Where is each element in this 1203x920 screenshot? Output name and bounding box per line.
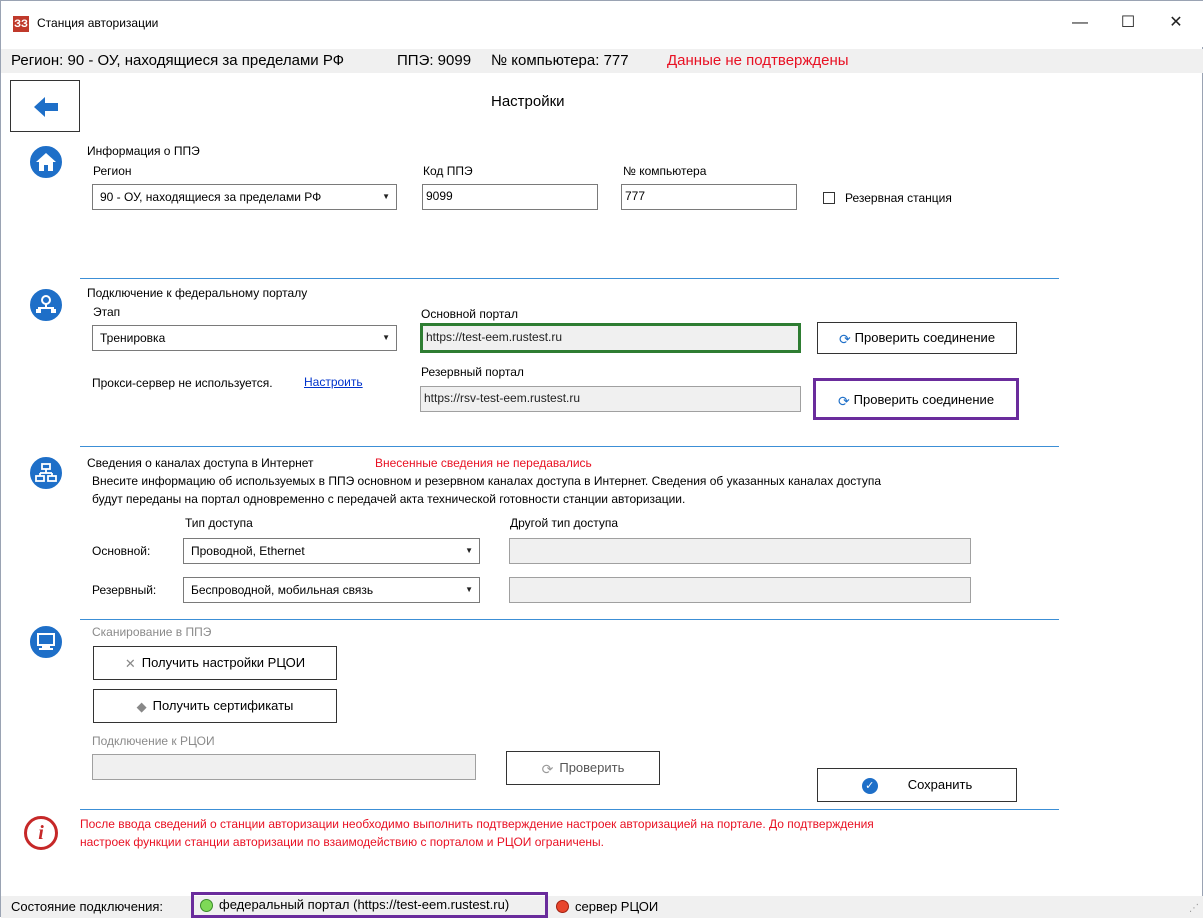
notice-line2: настроек функции станции авторизации по …	[80, 835, 604, 849]
ppe-code-input[interactable]: 9099	[422, 184, 598, 210]
proxy-settings-link[interactable]: Настроить	[304, 375, 363, 389]
other-access-type-label: Другой тип доступа	[510, 516, 618, 530]
save-label: Сохранить	[907, 777, 973, 792]
app-window: ЗЗ Станция авторизации — ☐ ✕ Регион: 90 …	[0, 0, 1203, 918]
reserve-channel-select[interactable]: Беспроводной, мобильная связь ▼	[183, 577, 480, 603]
get-certificates-label: Получить сертификаты	[152, 698, 294, 713]
rcoi-status-indicator-icon	[556, 900, 569, 913]
reserve-portal-input[interactable]: https://rsv-test-eem.rustest.ru	[420, 386, 801, 412]
ppe-code-label: Код ППЭ	[423, 164, 473, 178]
chevron-down-icon: ▼	[382, 192, 390, 201]
main-channel-value: Проводной, Ethernet	[191, 544, 305, 558]
main-channel-select[interactable]: Проводной, Ethernet ▼	[183, 538, 480, 564]
main-portal-label: Основной портал	[421, 307, 518, 321]
check-connection-label: Проверить соединение	[854, 330, 996, 345]
chevron-down-icon: ▼	[465, 546, 473, 555]
computer-number-label: № компьютера	[623, 164, 707, 178]
check-rcoi-button[interactable]: ⟳ Проверить	[506, 751, 660, 785]
rcoi-connection-input[interactable]	[92, 754, 476, 780]
refresh-icon: ⟳	[837, 392, 850, 409]
main-other-type-input[interactable]	[509, 538, 971, 564]
window-title: Станция авторизации	[37, 16, 159, 30]
status-bar: Состояние подключения: федеральный порта…	[1, 892, 1203, 918]
info-bar: Регион: 90 - ОУ, находящиеся за пределам…	[1, 49, 1203, 73]
reserve-station-label: Резервная станция	[845, 191, 952, 205]
stage-select[interactable]: Тренировка ▼	[92, 325, 397, 351]
scanner-icon	[30, 626, 62, 658]
channels-warning: Внесенные сведения не передавались	[375, 456, 592, 470]
divider	[80, 809, 1059, 810]
portal-heading: Подключение к федеральному порталу	[87, 286, 308, 300]
region-info: Регион: 90 - ОУ, находящиеся за пределам…	[11, 52, 345, 69]
reserve-other-type-input[interactable]	[509, 577, 971, 603]
back-button[interactable]	[10, 80, 80, 132]
rcoi-connection-label: Подключение к РЦОИ	[92, 734, 215, 748]
page-title: Настройки	[491, 93, 565, 110]
ppe-info-heading: Информация о ППЭ	[87, 144, 200, 158]
access-type-label: Тип доступа	[185, 516, 253, 530]
channels-description-line2: будут переданы на портал одновременно с …	[92, 492, 686, 506]
region-select[interactable]: 90 - ОУ, находящиеся за пределами РФ ▼	[92, 184, 397, 210]
region-label: Регион	[93, 164, 132, 178]
get-rcoi-settings-button[interactable]: ✕ Получить настройки РЦОИ	[93, 646, 337, 680]
chevron-down-icon: ▼	[465, 585, 473, 594]
maximize-button[interactable]: ☐	[1105, 7, 1151, 39]
stage-label: Этап	[93, 305, 121, 319]
proxy-status-text: Прокси-сервер не используется.	[92, 376, 273, 390]
network-icon	[30, 289, 62, 321]
info-icon: i	[24, 816, 58, 850]
check-circle-icon: ✓	[861, 777, 878, 794]
check-rcoi-label: Проверить	[559, 760, 625, 775]
channels-description-line1: Внесите информацию об используемых в ППЭ…	[92, 474, 882, 488]
refresh-icon: ⟳	[541, 760, 554, 777]
main-portal-input[interactable]: https://test-eem.rustest.ru	[420, 323, 801, 353]
notice-line1: После ввода сведений о станции авторизац…	[80, 817, 874, 831]
sitemap-icon	[30, 457, 62, 489]
portal-status-item: федеральный портал (https://test-eem.rus…	[191, 892, 548, 918]
rcoi-status-text: сервер РЦОИ	[575, 899, 659, 914]
check-main-connection-button[interactable]: ⟳ Проверить соединение	[817, 322, 1017, 354]
tools-icon: ✕	[124, 655, 136, 671]
portal-status-text: федеральный портал (https://test-eem.rus…	[219, 897, 510, 912]
check-connection-label: Проверить соединение	[853, 392, 995, 407]
region-select-value: 90 - ОУ, находящиеся за пределами РФ	[100, 190, 322, 204]
arrow-left-icon	[34, 97, 58, 117]
channels-heading: Сведения о каналах доступа в Интернет	[87, 456, 314, 470]
minimize-button[interactable]: —	[1057, 7, 1103, 39]
divider	[80, 278, 1059, 279]
get-rcoi-settings-label: Получить настройки РЦОИ	[141, 655, 306, 670]
scan-heading: Сканирование в ППЭ	[92, 625, 212, 639]
divider	[80, 619, 1059, 620]
main-channel-label: Основной:	[92, 544, 151, 558]
connection-status-label: Состояние подключения:	[11, 899, 164, 914]
reserve-channel-label: Резервный:	[92, 583, 157, 597]
computer-number-input[interactable]: 777	[621, 184, 797, 210]
get-certificates-button[interactable]: ◆ Получить сертификаты	[93, 689, 337, 723]
chevron-down-icon: ▼	[382, 333, 390, 342]
confirmation-status: Данные не подтверждены	[667, 52, 849, 69]
computer-info: № компьютера: 777	[491, 52, 629, 69]
refresh-icon: ⟳	[838, 330, 851, 347]
title-bar: ЗЗ Станция авторизации — ☐ ✕	[1, 1, 1203, 47]
app-logo-icon: ЗЗ	[13, 16, 29, 32]
portal-status-indicator-icon	[200, 899, 213, 912]
stage-select-value: Тренировка	[100, 331, 166, 345]
home-icon	[30, 146, 62, 178]
close-button[interactable]: ✕	[1153, 7, 1199, 39]
divider	[80, 446, 1059, 447]
reserve-portal-label: Резервный портал	[421, 365, 524, 379]
reserve-station-checkbox[interactable]	[823, 192, 835, 204]
reserve-channel-value: Беспроводной, мобильная связь	[191, 583, 374, 597]
check-reserve-connection-button[interactable]: ⟳ Проверить соединение	[813, 378, 1019, 420]
tags-icon: ◆	[136, 698, 147, 714]
ppe-info: ППЭ: 9099	[397, 52, 472, 69]
save-button[interactable]: ✓ Сохранить	[817, 768, 1017, 802]
